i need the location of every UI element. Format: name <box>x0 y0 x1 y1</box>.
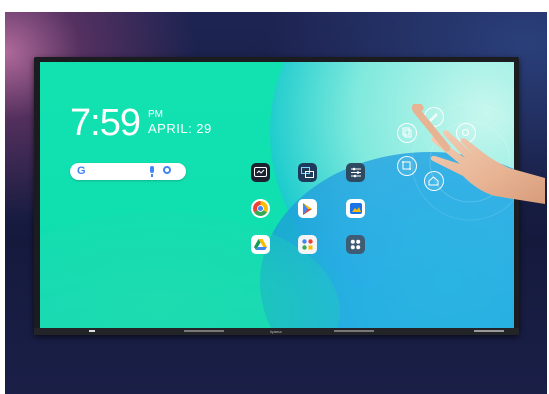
screen-share-app-icon[interactable] <box>298 163 317 182</box>
chrome-app-icon[interactable] <box>251 199 270 218</box>
front-button[interactable] <box>89 330 95 332</box>
google-search-bar[interactable]: G <box>70 163 186 180</box>
user-hand <box>412 104 545 204</box>
lens-icon[interactable] <box>163 166 171 174</box>
mic-icon[interactable] <box>150 166 154 177</box>
brand-logo: iiyama <box>270 329 282 334</box>
gallery-app-icon[interactable] <box>346 199 365 218</box>
google-logo: G <box>77 165 86 177</box>
google-folder-icon[interactable] <box>298 235 317 254</box>
clock-ampm: PM <box>148 109 163 120</box>
drive-app-icon[interactable] <box>251 235 270 254</box>
speaker-grille <box>184 330 224 332</box>
clock-date: APRIL: 29 <box>148 121 212 136</box>
whiteboard-app-icon[interactable] <box>251 163 270 182</box>
speaker-grille <box>334 330 374 332</box>
clock-widget: 7:59 <box>70 102 141 144</box>
front-ports[interactable] <box>474 330 504 332</box>
settings-app-icon[interactable] <box>346 163 365 182</box>
clock-time: 7:59 <box>70 102 141 144</box>
all-apps-icon[interactable] <box>346 235 365 254</box>
play-store-app-icon[interactable] <box>298 199 317 218</box>
